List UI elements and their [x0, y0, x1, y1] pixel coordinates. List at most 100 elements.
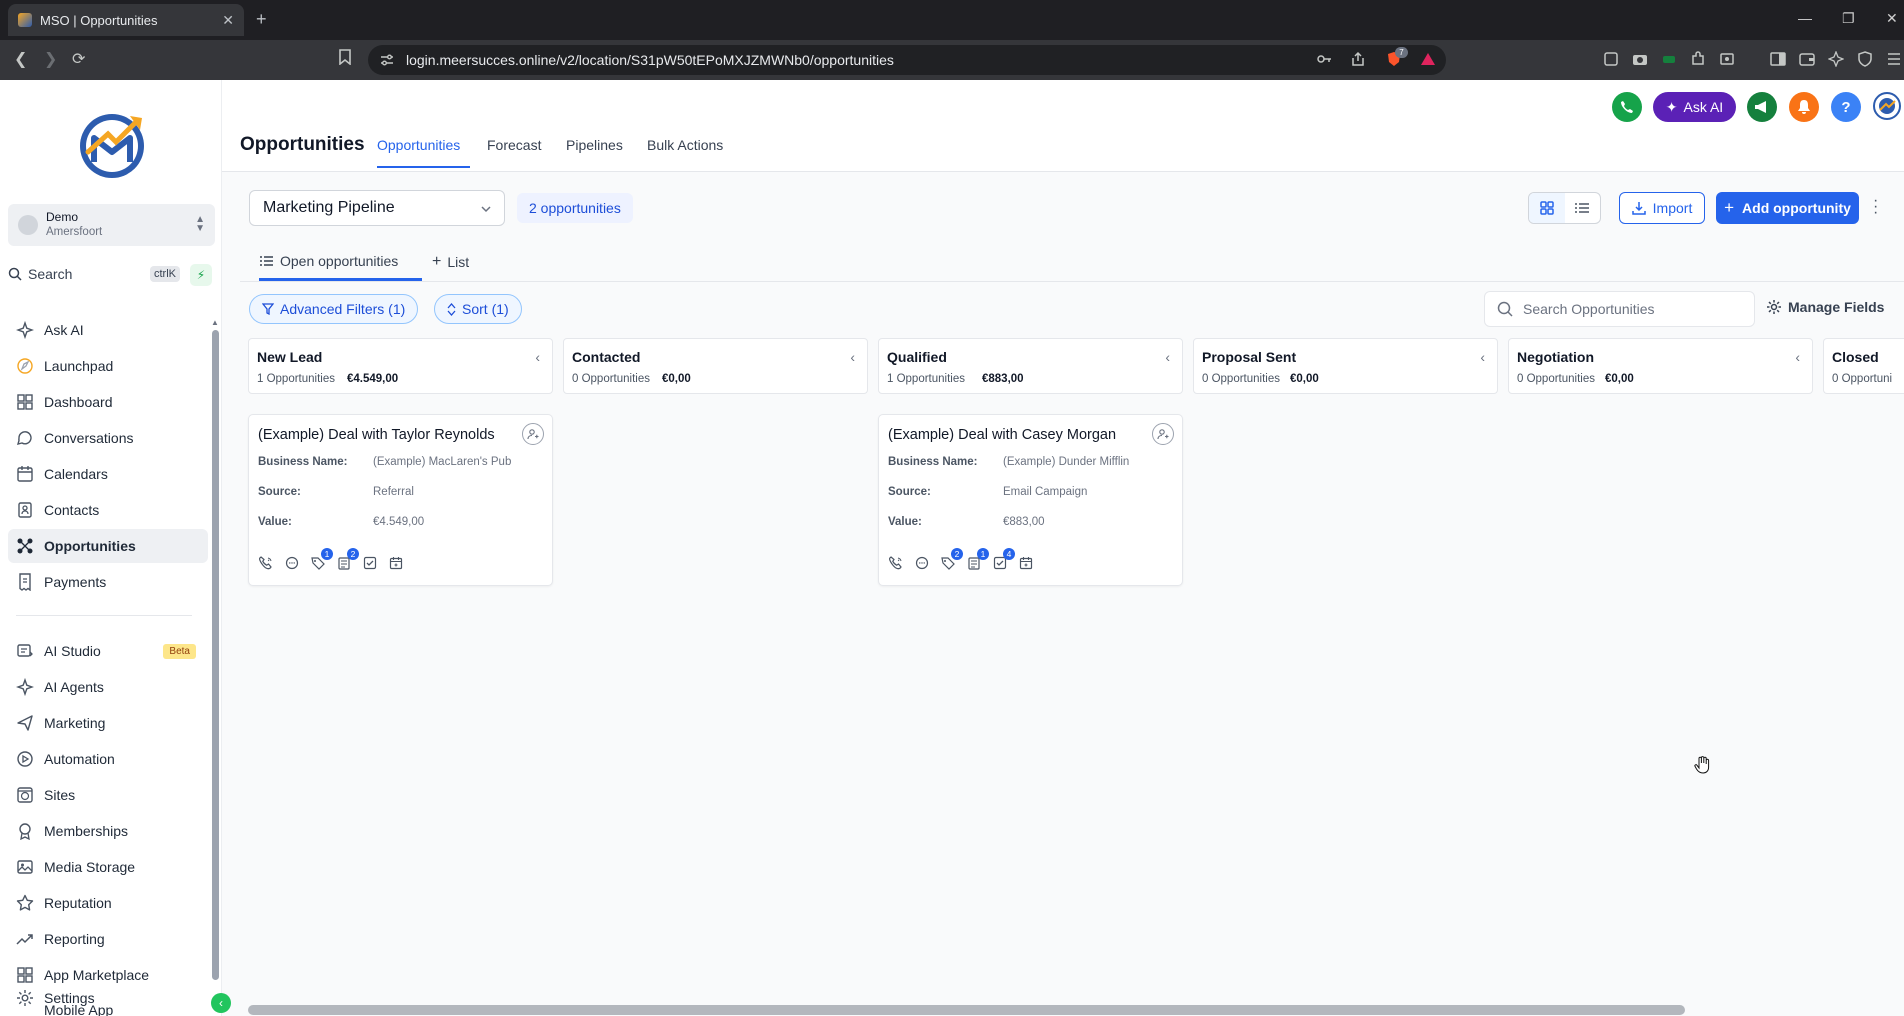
add-view-button[interactable]: + List: [432, 253, 469, 271]
sort-button[interactable]: Sort (1): [434, 294, 522, 324]
phone-button[interactable]: [1612, 92, 1642, 122]
sidebar-item-conversations[interactable]: Conversations: [8, 421, 208, 455]
site-settings-icon[interactable]: [380, 53, 394, 67]
stage-column-negotiation[interactable]: Negotiation 0 Opportunities €0,00 ‹: [1508, 338, 1813, 394]
back-icon[interactable]: ❮: [14, 49, 27, 69]
collapse-stage-icon[interactable]: ‹: [1165, 349, 1170, 365]
view-tab-open-opportunities[interactable]: Open opportunities: [260, 253, 398, 269]
tab-pipelines[interactable]: Pipelines: [566, 137, 623, 153]
task-icon[interactable]: [362, 555, 378, 571]
tag-icon[interactable]: 1: [310, 548, 333, 571]
phone-icon[interactable]: [258, 555, 274, 571]
message-icon[interactable]: [914, 555, 930, 571]
collapse-stage-icon[interactable]: ‹: [1795, 349, 1800, 365]
announcements-button[interactable]: [1747, 92, 1777, 122]
task-icon[interactable]: 4: [992, 548, 1015, 571]
message-icon[interactable]: [284, 555, 300, 571]
forward-icon[interactable]: ❯: [44, 49, 57, 69]
sidebar-item-automation[interactable]: Automation: [8, 742, 208, 776]
bookmark-icon[interactable]: [338, 49, 352, 65]
restore-icon[interactable]: ❐: [1842, 10, 1855, 27]
reload-icon[interactable]: ⟳: [72, 49, 85, 69]
sidebar-item-dashboard[interactable]: Dashboard: [8, 385, 208, 419]
share-icon[interactable]: [1350, 51, 1366, 67]
wallet-icon[interactable]: [1799, 51, 1815, 67]
sidebar-item-ai-studio[interactable]: AI Studio Beta: [8, 634, 208, 668]
list-view-button[interactable]: [1565, 193, 1601, 223]
sidebar-item-reporting[interactable]: Reporting: [8, 922, 208, 956]
tab-forecast[interactable]: Forecast: [487, 137, 541, 153]
tab-opportunities[interactable]: Opportunities: [377, 137, 460, 153]
opportunity-card[interactable]: (Example) Deal with Taylor Reynolds Busin…: [248, 414, 553, 586]
vpn-icon[interactable]: [1857, 51, 1873, 67]
minimize-icon[interactable]: —: [1798, 10, 1812, 26]
extension-2-icon[interactable]: [1661, 51, 1677, 67]
opportunity-card[interactable]: (Example) Deal with Casey Morgan Business…: [878, 414, 1183, 586]
collapse-stage-icon[interactable]: ‹: [535, 349, 540, 365]
ask-ai-button[interactable]: ✦ Ask AI: [1653, 92, 1736, 122]
menu-icon[interactable]: [1886, 51, 1902, 67]
address-bar[interactable]: login.meersucces.online/v2/location/S31p…: [368, 45, 1446, 75]
notes-icon[interactable]: 1: [966, 548, 989, 571]
phone-icon[interactable]: [888, 555, 904, 571]
key-icon[interactable]: [1316, 51, 1332, 67]
close-tab-icon[interactable]: ✕: [222, 12, 234, 29]
stage-column-proposal-sent[interactable]: Proposal Sent 0 Opportunities €0,00 ‹: [1193, 338, 1498, 394]
sidebar-item-ask-ai[interactable]: Ask AI: [8, 313, 208, 347]
sidebar-item-sites[interactable]: Sites: [8, 778, 208, 812]
collapse-stage-icon[interactable]: ‹: [1480, 349, 1485, 365]
quick-actions-icon[interactable]: ⚡: [190, 264, 212, 286]
notes-icon[interactable]: 2: [336, 548, 359, 571]
extensions-icon[interactable]: [1690, 51, 1706, 67]
import-button[interactable]: Import: [1619, 192, 1705, 224]
stage-column-closed[interactable]: Closed 0 Opportuni: [1823, 338, 1904, 394]
stage-column-qualified[interactable]: Qualified 1 Opportunities €883,00 ‹: [878, 338, 1183, 394]
brave-rewards-icon[interactable]: [1420, 51, 1436, 67]
stage-column-new-lead[interactable]: New Lead 1 Opportunities €4.549,00 ‹: [248, 338, 553, 394]
sidebar-search[interactable]: Search ctrlK: [8, 262, 180, 286]
tab-bulk-actions[interactable]: Bulk Actions: [647, 137, 723, 153]
add-opportunity-button[interactable]: + Add opportunity: [1716, 192, 1859, 224]
more-options-icon[interactable]: · · ·: [1873, 193, 1878, 221]
sidebar-item-calendars[interactable]: Calendars: [8, 457, 208, 491]
board-view-button[interactable]: [1529, 193, 1565, 223]
appointment-icon[interactable]: [1018, 555, 1034, 571]
scroll-up-icon[interactable]: ▲: [211, 318, 219, 327]
collapse-stage-icon[interactable]: ‹: [850, 349, 855, 365]
user-avatar[interactable]: [1873, 92, 1901, 120]
appointment-icon[interactable]: [388, 555, 404, 571]
assign-user-icon[interactable]: [1152, 423, 1174, 445]
sidebar-item-launchpad[interactable]: Launchpad: [8, 349, 208, 383]
collapse-sidebar-icon[interactable]: ‹: [211, 993, 231, 1013]
help-button[interactable]: ?: [1831, 92, 1861, 122]
sidebar-item-reputation[interactable]: Reputation: [8, 886, 208, 920]
stage-column-contacted[interactable]: Contacted 0 Opportunities €0,00 ‹: [563, 338, 868, 394]
sidebar-item-media-storage[interactable]: Media Storage: [8, 850, 208, 884]
sidebar-toggle-icon[interactable]: [1770, 51, 1786, 67]
screenshot-icon[interactable]: [1719, 51, 1735, 67]
tag-icon[interactable]: 2: [940, 548, 963, 571]
sidebar-item-settings[interactable]: Settings: [8, 982, 208, 1014]
account-switcher[interactable]: Demo Amersfoort ▲ ▼: [8, 204, 215, 246]
leo-ai-icon[interactable]: [1828, 51, 1844, 67]
search-opportunities-input[interactable]: Search Opportunities: [1484, 291, 1755, 327]
sidebar-item-opportunities[interactable]: Opportunities: [8, 529, 208, 563]
board-horizontal-scrollbar[interactable]: [248, 1005, 1685, 1015]
notifications-button[interactable]: [1789, 92, 1819, 122]
sidebar-item-payments[interactable]: Payments: [8, 565, 208, 599]
browser-tab[interactable]: MSO | Opportunities ✕: [8, 4, 244, 36]
close-window-icon[interactable]: ✕: [1886, 10, 1898, 27]
company-logo[interactable]: [76, 108, 148, 180]
camera-icon[interactable]: [1632, 51, 1648, 67]
sidebar-scrollbar[interactable]: [212, 330, 219, 980]
pipeline-select[interactable]: Marketing Pipeline: [249, 190, 505, 226]
sidebar-item-marketing[interactable]: Marketing: [8, 706, 208, 740]
manage-fields-button[interactable]: Manage Fields: [1766, 299, 1884, 315]
sidebar-item-memberships[interactable]: Memberships: [8, 814, 208, 848]
sidebar-item-ai-agents[interactable]: AI Agents: [8, 670, 208, 704]
extension-1-icon[interactable]: [1603, 51, 1619, 67]
advanced-filters-button[interactable]: Advanced Filters (1): [249, 294, 419, 324]
assign-user-icon[interactable]: [522, 423, 544, 445]
new-tab-icon[interactable]: +: [256, 9, 267, 30]
sidebar-item-contacts[interactable]: Contacts: [8, 493, 208, 527]
